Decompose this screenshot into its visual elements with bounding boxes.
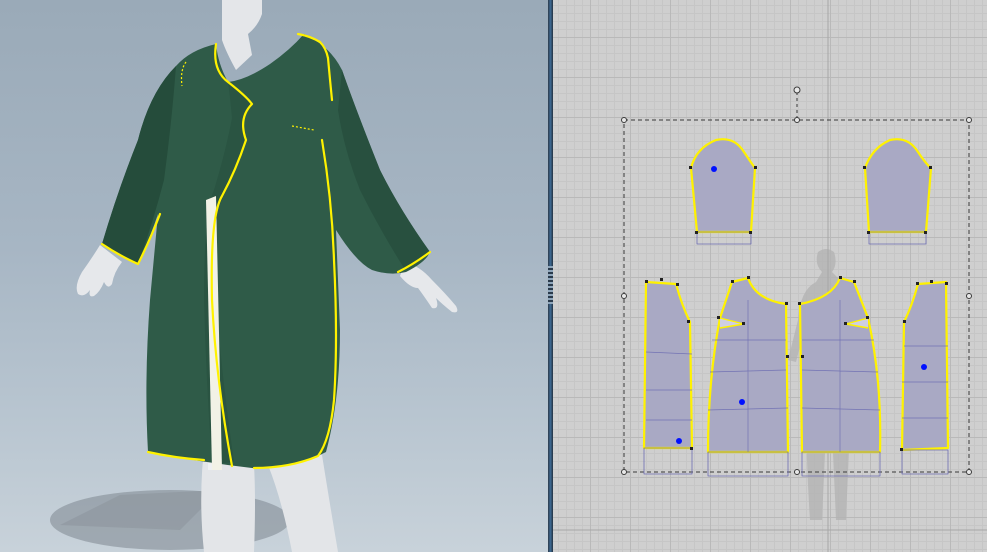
avatar-neck [222, 0, 262, 70]
pattern-piece-left-sleeve[interactable] [689, 138, 757, 245]
pattern-canvas [553, 0, 987, 552]
rotate-handle-icon[interactable] [793, 86, 801, 94]
2d-pattern-viewport[interactable] [553, 0, 987, 552]
pin-icon[interactable] [711, 166, 717, 172]
bbox-handle-bm-icon[interactable] [794, 469, 800, 475]
pattern-piece-right-sleeve[interactable] [863, 138, 933, 245]
bbox-handle-bl-icon[interactable] [621, 469, 627, 475]
bbox-handle-br-icon[interactable] [966, 469, 972, 475]
bbox-handle-tm-icon[interactable] [794, 117, 800, 123]
3d-scene [50, 0, 458, 552]
bbox-handle-tr-icon[interactable] [966, 117, 972, 123]
coat-body [102, 34, 430, 469]
pin-icon[interactable] [739, 399, 745, 405]
pattern-piece-back-left[interactable] [642, 280, 694, 475]
bbox-handle-mr-icon[interactable] [966, 293, 972, 299]
bbox-handle-ml-icon[interactable] [621, 293, 627, 299]
bbox-handle-tl-icon[interactable] [621, 117, 627, 123]
3d-viewport[interactable] [0, 0, 548, 552]
pattern-piece-back-right[interactable] [900, 280, 950, 475]
pin-icon[interactable] [921, 364, 927, 370]
pin-icon[interactable] [676, 438, 682, 444]
